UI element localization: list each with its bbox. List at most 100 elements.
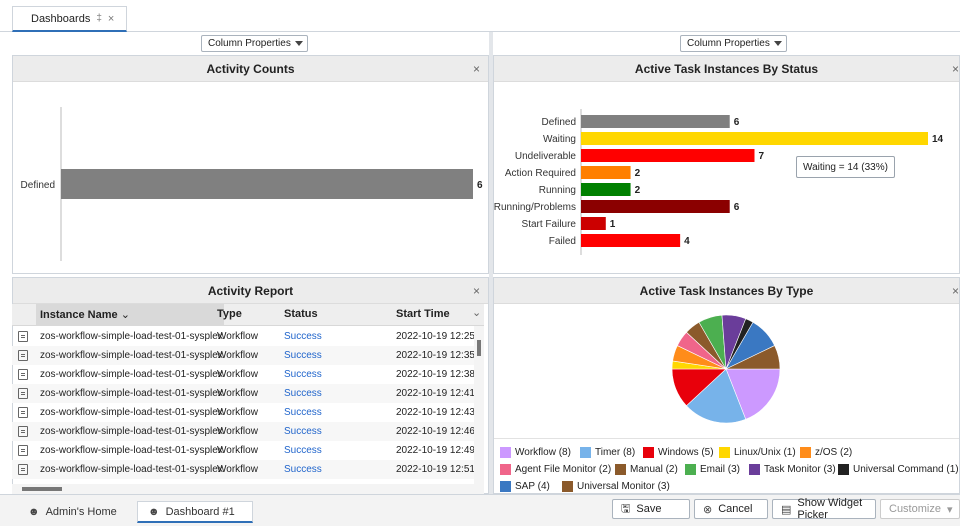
category-label: Defined: [21, 180, 55, 191]
show-widget-picker-button[interactable]: ▤ Show Widget Picker: [772, 497, 876, 521]
bar-defined: [61, 169, 473, 199]
column-properties-left-dropdown[interactable]: Column Properties: [201, 35, 308, 52]
scrollbar-thumb[interactable]: [22, 487, 62, 491]
legend-item[interactable]: Universal Command (1): [838, 464, 959, 475]
task-type-header: Active Task Instances By Type ×: [494, 278, 959, 304]
close-tab-icon[interactable]: ×: [108, 13, 114, 25]
table-row[interactable]: zos-workflow-simple-load-test-01-sysplex…: [12, 460, 478, 479]
data-label: 7: [759, 151, 765, 162]
chevron-down-icon: [294, 41, 303, 46]
legend-item[interactable]: Task Monitor (3): [749, 464, 836, 475]
tab-dashboards-label: Dashboards: [31, 12, 91, 25]
save-button[interactable]: 🖫 Save: [612, 499, 690, 519]
tab-dashboards[interactable]: Dashboards ‡ ×: [12, 6, 128, 32]
table-row[interactable]: zos-workflow-simple-load-test-01-sysplex…: [12, 403, 478, 422]
legend-item[interactable]: SAP (4): [500, 481, 550, 492]
table-row[interactable]: zos-workflow-simple-load-test-01-sysplex…: [12, 346, 478, 365]
status-cell[interactable]: Success: [284, 426, 322, 437]
legend-swatch: [562, 481, 573, 492]
close-icon[interactable]: ×: [473, 62, 480, 76]
type-cell: Workflow: [217, 426, 258, 437]
table-row[interactable]: zos-workflow-simple-load-test-01-sysplex…: [12, 365, 478, 384]
column-header-type[interactable]: Type: [217, 308, 242, 320]
chevron-down-icon: ▾: [946, 503, 953, 516]
status-cell[interactable]: Success: [284, 445, 322, 456]
column-properties-right-dropdown[interactable]: Column Properties: [680, 35, 787, 52]
legend-swatch: [580, 447, 591, 458]
status-cell[interactable]: Success: [284, 331, 322, 342]
legend-label: z/OS (2): [815, 447, 853, 458]
close-icon[interactable]: ×: [952, 62, 959, 76]
instance-name-cell: zos-workflow-simple-load-test-01-sysplex: [40, 426, 223, 437]
type-cell: Workflow: [217, 350, 258, 361]
table-row[interactable]: zos-workflow-simple-load-test-01-sysplex…: [12, 384, 478, 403]
column-properties-bar-left: Column Properties: [0, 32, 489, 54]
legend-item[interactable]: Manual (2): [615, 464, 678, 475]
legend-swatch: [500, 447, 511, 458]
column-header-start-time[interactable]: Start Time: [396, 308, 450, 320]
row-detail-icon[interactable]: [18, 369, 28, 380]
table-row[interactable]: zos-workflow-simple-load-test-01-sysplex…: [12, 327, 478, 346]
legend-label: Task Monitor (3): [764, 464, 836, 475]
activity-counts-title: Activity Counts: [206, 61, 295, 76]
task-status-title: Active Task Instances By Status: [634, 61, 819, 76]
tab-dashboard-1[interactable]: ☻ Dashboard #1: [137, 501, 253, 523]
legend-swatch: [685, 464, 696, 475]
bar-defined: [581, 115, 730, 128]
legend-label: Timer (8): [595, 447, 636, 458]
bottom-toolbar: ☻ Admin's Home ☻ Dashboard #1 🖫 Save ⊗ C…: [0, 494, 960, 526]
legend-item[interactable]: z/OS (2): [800, 447, 852, 458]
row-detail-icon[interactable]: [18, 388, 28, 399]
status-cell[interactable]: Success: [284, 350, 322, 361]
save-icon: 🖫: [621, 502, 631, 515]
row-detail-icon[interactable]: [18, 331, 28, 342]
row-detail-icon[interactable]: [18, 464, 28, 475]
legend-item[interactable]: Timer (8): [580, 447, 635, 458]
status-cell[interactable]: Success: [284, 369, 322, 380]
legend-item[interactable]: Windows (5): [643, 447, 714, 458]
table-row[interactable]: zos-workflow-simple-load-test-01-sysplex…: [12, 422, 478, 441]
activity-report-title: Activity Report: [207, 283, 294, 298]
activity-report-header: Activity Report ×: [13, 278, 488, 304]
data-label: 6: [734, 117, 740, 128]
legend-label: Linux/Unix (1): [734, 447, 796, 458]
task-type-pie-chart: [671, 314, 781, 424]
status-cell[interactable]: Success: [284, 407, 322, 418]
task-status-chart: Defined 6Waiting 14Undeliverable 7Action Re…: [494, 109, 944, 255]
start-time-cell: 2022-10-19 12:46:: [396, 426, 478, 437]
legend-item[interactable]: Workflow (8): [500, 447, 571, 458]
category-label: Start Failure: [522, 219, 577, 230]
legend-item[interactable]: Email (3): [685, 464, 740, 475]
row-detail-icon[interactable]: [18, 350, 28, 361]
close-icon[interactable]: ×: [952, 284, 959, 298]
category-label: Failed: [549, 236, 576, 247]
table-row[interactable]: zos-workflow-simple-load-test-01-sysplex…: [12, 441, 478, 460]
legend-label: SAP (4): [515, 481, 550, 492]
status-cell[interactable]: Success: [284, 388, 322, 399]
customize-button[interactable]: Customize ▾: [880, 499, 960, 519]
data-label: 4: [684, 236, 690, 247]
column-header-status[interactable]: Status: [284, 308, 318, 320]
legend-item[interactable]: Linux/Unix (1): [719, 447, 796, 458]
legend-swatch: [749, 464, 760, 475]
column-header-instance-name[interactable]: Instance Name ⌄: [40, 308, 130, 321]
tab-admins-home[interactable]: ☻ Admin's Home: [18, 501, 127, 523]
instance-name-cell: zos-workflow-simple-load-test-01-sysplex: [40, 445, 223, 456]
legend-item[interactable]: Agent File Monitor (2): [500, 464, 611, 475]
scrollbar-thumb[interactable]: [477, 340, 481, 356]
cancel-button[interactable]: ⊗ Cancel: [694, 499, 768, 519]
row-detail-icon[interactable]: [18, 407, 28, 418]
status-cell[interactable]: Success: [284, 464, 322, 475]
row-detail-icon[interactable]: [18, 445, 28, 456]
pin-icon[interactable]: ‡: [96, 13, 102, 24]
row-detail-icon[interactable]: [18, 426, 28, 437]
vertical-scrollbar[interactable]: [474, 326, 484, 484]
legend-item[interactable]: Universal Monitor (3): [562, 481, 670, 492]
category-label: Running/Problems: [494, 202, 576, 213]
save-label: Save: [636, 503, 662, 515]
column-menu-chevron-icon[interactable]: ⌄: [472, 306, 481, 319]
legend-label: Universal Monitor (3): [577, 481, 670, 492]
horizontal-scrollbar[interactable]: [12, 484, 484, 494]
chart-tooltip: Waiting = 14 (33%): [796, 156, 895, 178]
close-icon[interactable]: ×: [473, 284, 480, 298]
